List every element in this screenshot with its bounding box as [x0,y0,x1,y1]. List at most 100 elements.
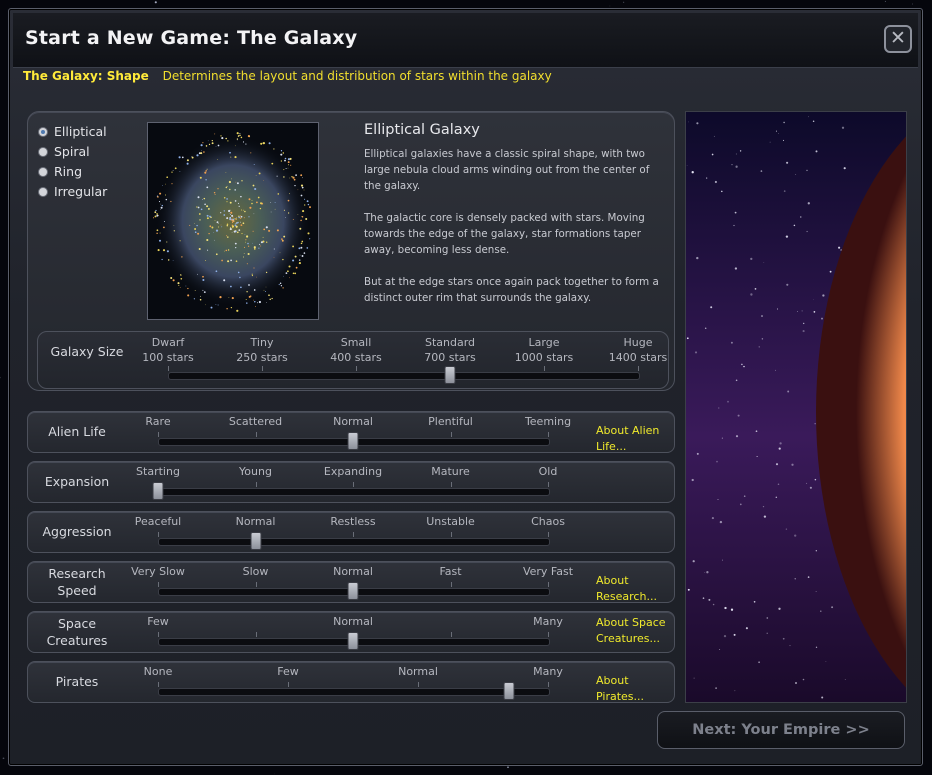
slider-knob[interactable] [347,582,359,600]
slider-tick [158,682,159,687]
shape-option-ring[interactable]: Ring [38,164,82,179]
slider-tick-label: Scattered [228,415,283,428]
slider-tick-label: Plentiful [428,415,473,428]
slider-tick [548,582,549,587]
section-description: Determines the layout and distribution o… [162,69,552,83]
slider-tick [548,682,549,687]
slider-tick [255,582,257,587]
planet-artwork [685,111,907,703]
slider-tick-label: Fast [439,565,462,578]
title-bar: Start a New Game: The Galaxy ✕ [13,13,918,68]
slider-tick-label: Normal [333,415,373,428]
research-speed-about-link[interactable]: About Research... [596,573,668,605]
shape-option-spiral[interactable]: Spiral [38,144,90,159]
star-count: 100 stars [142,351,194,364]
shape-option-elliptical[interactable]: Elliptical [38,124,107,139]
shape-option-label: Irregular [54,184,108,199]
research-speed-setting-row: Research Speed Very Slow Slow Normal Fast Ver… [27,561,675,603]
shape-paragraph: The galactic core is densely packed with… [364,212,645,256]
shape-option-label: Spiral [54,144,90,159]
galaxy-shape-panel: Elliptical Spiral Ring Irregular Elliptical… [27,111,675,391]
slider-tick [548,532,549,537]
expansion-label: Expansion [44,474,110,489]
slider-tick-label: Tiny 250 stars [236,335,288,365]
slider-knob[interactable] [152,482,164,500]
slider-tick-label: Many [533,615,563,628]
slider-tick-label: Normal [398,665,438,678]
shape-option-irregular[interactable]: Irregular [38,184,107,199]
star-count: 700 stars [424,351,476,364]
shape-description: Elliptical galaxies have a classic spira… [364,146,669,322]
slider-tick-label: Teeming [524,415,572,428]
slider-tick-label: Normal [235,515,276,528]
next-your-empire-button[interactable]: Next: Your Empire >> [657,711,905,749]
size-name: Tiny [250,336,274,349]
shape-paragraph: Elliptical galaxies have a classic spira… [364,148,650,192]
shape-paragraph: But at the edge stars once again pack to… [364,276,659,304]
slider-tick-label: Rare [145,415,171,428]
radio-icon[interactable] [38,166,48,177]
slider-track[interactable] [158,538,550,546]
star-count: 1000 stars [514,351,574,364]
slider-tick [158,532,159,537]
alien-life-about-link[interactable]: About Alien Life... [596,423,668,455]
shape-option-label: Ring [54,164,83,179]
space-creatures-about-link[interactable]: About Space Creatures... [596,615,668,647]
slider-tick [356,366,357,371]
slider-tick-label: Many [533,665,563,678]
slider-tick [353,532,354,537]
slider-tick-label: None [143,665,173,678]
close-button[interactable]: ✕ [884,25,912,53]
slider-tick-label: Slow [242,565,269,578]
slider-track[interactable] [158,488,550,496]
slider-tick [158,632,159,637]
section-subtitle: The Galaxy: Shape Determines the layout … [23,69,552,83]
slider-knob[interactable] [250,532,261,550]
slider-tick-label: Very Slow [131,565,185,578]
slider-tick-label: Normal [333,565,373,578]
slider-tick [450,432,452,437]
slider-knob[interactable] [347,632,359,650]
radio-icon[interactable] [38,146,48,157]
size-name: Large [528,336,560,349]
radio-icon[interactable] [38,186,48,197]
pirates-about-link[interactable]: About Pirates... [596,673,668,705]
size-name: Dwarf [151,336,185,349]
slider-tick-label: Expanding [323,465,383,478]
slider-tick-label: Unstable [426,515,475,528]
slider-tick [638,366,639,371]
section-key: The Galaxy: Shape [23,69,149,83]
slider-tick-label: Peaceful [134,515,182,528]
size-name: Standard [424,336,476,349]
slider-tick [262,366,263,371]
slider-tick-label: Normal [333,615,373,628]
size-name: Small [340,336,372,349]
research-speed-label: Research Speed [48,566,106,598]
star-count: 250 stars [236,351,288,364]
slider-track[interactable] [168,372,640,380]
space-creatures-label: Space Creatures [46,616,108,648]
slider-tick-label: Few [147,615,169,628]
slider-tick [288,682,289,687]
shape-title: Elliptical Galaxy [364,122,480,138]
slider-tick [255,432,257,437]
slider-tick-label: Starting [136,465,180,478]
slider-tick-label: Small 400 stars [330,335,382,365]
slider-tick-label: Few [277,665,299,678]
dialog-title: Start a New Game: The Galaxy [25,27,358,49]
slider-tick [548,632,549,637]
aggression-setting-row: Aggression Peaceful Normal Restless Unstable… [27,511,675,553]
slider-tick [418,682,419,687]
space-creatures-setting-row: Space Creatures Few Normal Many About Space … [27,611,675,653]
slider-knob[interactable] [444,366,456,384]
radio-icon[interactable] [38,126,48,137]
alien-life-label: Alien Life [48,424,106,439]
new-game-dialog: Start a New Game: The Galaxy ✕ The Galax… [8,8,923,766]
slider-knob[interactable] [503,682,515,700]
size-name: Huge [623,336,653,349]
slider-track[interactable] [158,688,550,696]
slider-tick-label: Large 1000 stars [515,335,574,365]
star-count: 400 stars [330,351,382,364]
slider-knob[interactable] [347,432,359,450]
galaxy-preview-image [147,122,319,320]
